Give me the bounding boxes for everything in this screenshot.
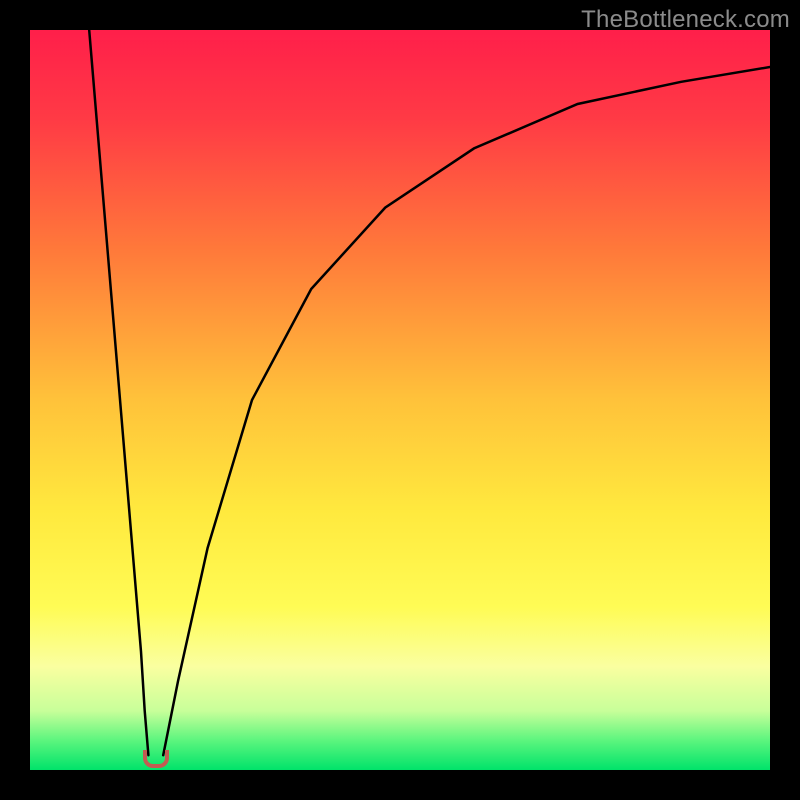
plot-area [30,30,770,770]
chart-frame: TheBottleneck.com [0,0,800,800]
bottleneck-curve [30,30,770,770]
watermark-text: TheBottleneck.com [581,6,790,34]
optimum-marker [143,750,169,768]
